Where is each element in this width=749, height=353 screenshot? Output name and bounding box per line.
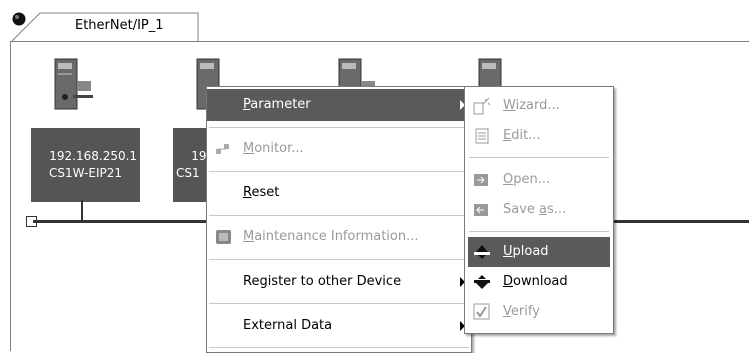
plc-device-icon[interactable] <box>53 57 93 113</box>
menu-separator <box>209 347 469 348</box>
device-connection-line <box>81 200 83 222</box>
menu-item-label: External Data <box>243 318 333 333</box>
submenu-item-label: Download <box>503 274 568 289</box>
menu-item-label: Monitor... <box>243 141 304 156</box>
tab-strip: EtherNet/IP_1 <box>0 0 749 42</box>
tab-ethernet-ip[interactable]: EtherNet/IP_1 <box>12 12 200 42</box>
submenu-item-label: Verify <box>503 304 540 319</box>
menu-separator <box>209 171 469 172</box>
submenu-item-verify[interactable]: Verify <box>465 297 613 327</box>
maintenance-icon <box>216 230 231 244</box>
submenu-item-edit[interactable]: Edit... <box>465 121 613 151</box>
menu-separator <box>469 231 609 232</box>
menu-item-reset[interactable]: Reset <box>207 177 471 209</box>
menu-separator <box>469 157 609 158</box>
submenu-item-label: Upload <box>503 244 549 259</box>
menu-separator <box>209 127 469 128</box>
tab-label: EtherNet/IP_1 <box>75 18 164 33</box>
submenu-item-label: Open... <box>503 172 551 187</box>
menu-separator <box>209 259 469 260</box>
menu-item-register-to-other-device[interactable]: Register to other Device <box>207 266 471 298</box>
device-model: CS1W-EIP21 <box>49 166 123 180</box>
verify-checkbox-icon <box>473 303 490 320</box>
context-menu: Parameter Monitor... Reset Maintenance I… <box>206 86 472 353</box>
menu-item-maintenance-information[interactable]: Maintenance Information... <box>207 221 471 253</box>
edit-icon <box>475 128 489 144</box>
upload-icon <box>474 245 490 259</box>
menu-separator <box>209 215 469 216</box>
menu-item-label: Parameter <box>243 97 311 112</box>
network-bus-line <box>611 220 749 223</box>
menu-item-label: Reset <box>243 185 280 200</box>
monitor-icon <box>216 144 229 154</box>
menu-item-parameter[interactable]: Parameter <box>207 89 471 121</box>
submenu-item-save-as[interactable]: Save as... <box>465 195 613 225</box>
submenu-item-label: Wizard... <box>503 98 560 113</box>
submenu-item-wizard[interactable]: Wizard... <box>465 91 613 121</box>
open-icon <box>474 174 488 186</box>
wizard-icon <box>473 97 491 115</box>
submenu-item-open[interactable]: Open... <box>465 165 613 195</box>
device-ip: 192.168.250.1 <box>49 149 138 163</box>
submenu-item-label: Save as... <box>503 202 567 217</box>
menu-item-label: Register to other Device <box>243 274 402 289</box>
submenu-item-download[interactable]: Download <box>465 267 613 297</box>
network-globe-icon <box>12 12 26 26</box>
device-label[interactable]: 192.168.250.1 CS1W-EIP21 <box>31 128 141 202</box>
menu-item-label: Maintenance Information... <box>243 229 419 244</box>
submenu-item-label: Edit... <box>503 128 541 143</box>
submenu-item-upload[interactable]: Upload <box>468 237 610 267</box>
download-icon <box>474 275 490 289</box>
menu-item-monitor[interactable]: Monitor... <box>207 133 471 165</box>
device-model: CS1 <box>176 166 200 180</box>
parameter-submenu: Wizard... Edit... Open... Save as... Upl… <box>464 86 614 334</box>
menu-separator <box>209 303 469 304</box>
menu-item-external-data[interactable]: External Data <box>207 310 471 342</box>
save-as-icon <box>474 204 488 216</box>
